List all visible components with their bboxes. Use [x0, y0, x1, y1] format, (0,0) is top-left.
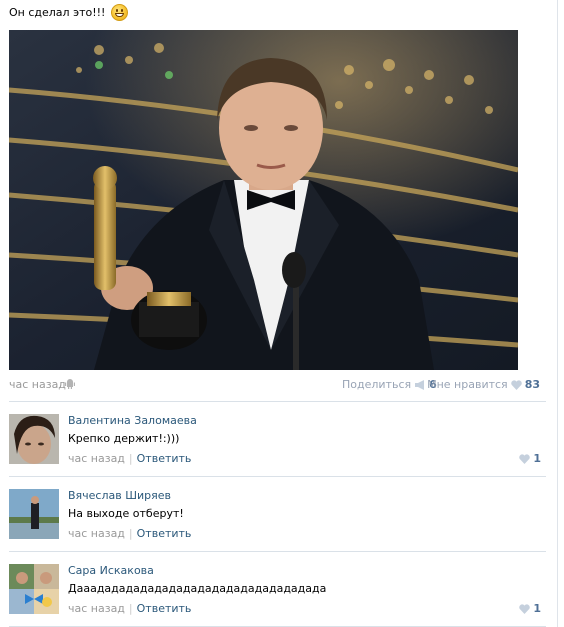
avatar[interactable]	[9, 489, 59, 539]
comment-time[interactable]: час назад	[68, 527, 125, 540]
share-button[interactable]: Поделиться 6	[342, 378, 437, 391]
separator	[9, 476, 546, 477]
comment-text: Крепко держит!:)))	[68, 432, 180, 445]
separator	[9, 401, 546, 402]
post-text-label: Он сделал это!!!	[9, 5, 106, 19]
comment-item: Сара Искакова Дааададададададададададада…	[9, 564, 546, 624]
avatar-image	[9, 564, 59, 614]
comment-time[interactable]: час назад	[68, 602, 125, 615]
reply-link[interactable]: Ответить	[137, 527, 192, 540]
reply-link[interactable]: Ответить	[137, 452, 192, 465]
meta-divider: |	[128, 452, 133, 465]
like-count: 83	[524, 378, 540, 391]
share-label: Поделиться	[342, 378, 412, 391]
comment-meta: час назад | Ответить	[68, 602, 191, 615]
post-meta: час назад Поделиться 6 Мне нравится 83	[9, 377, 540, 393]
comment-like-count: 1	[533, 452, 541, 465]
comment-author[interactable]: Сара Искакова	[68, 564, 154, 577]
post-photo[interactable]	[9, 30, 518, 370]
comment-item: Валентина Заломаева Крепко держит!:))) ч…	[9, 414, 546, 474]
post-time[interactable]: час назад	[9, 378, 66, 391]
meta-divider: |	[128, 602, 133, 615]
comment-text: На выходе отберут!	[68, 507, 184, 520]
avatar[interactable]	[9, 414, 59, 464]
like-label: Мне нравится	[427, 378, 508, 391]
meta-divider: |	[128, 527, 133, 540]
reply-link[interactable]: Ответить	[137, 602, 192, 615]
comment-like-count: 1	[533, 602, 541, 615]
heart-icon	[510, 379, 522, 390]
comment-meta: час назад | Ответить	[68, 452, 191, 465]
comment-author[interactable]: Вячеслав Ширяев	[68, 489, 171, 502]
comment-like-button[interactable]: 1	[519, 452, 541, 465]
android-icon	[65, 379, 75, 389]
avatar[interactable]	[9, 564, 59, 614]
comment-item: Вячеслав Ширяев На выходе отберут! час н…	[9, 489, 546, 549]
comment-meta: час назад | Ответить	[68, 527, 191, 540]
comment-like-button[interactable]: 1	[519, 602, 541, 615]
heart-icon	[519, 453, 531, 464]
avatar-image	[9, 489, 59, 539]
comment-author[interactable]: Валентина Заломаева	[68, 414, 197, 427]
photo-illustration	[9, 30, 518, 370]
megaphone-icon	[415, 379, 425, 390]
post-text: Он сделал это!!!	[9, 4, 129, 21]
page-right-border	[557, 0, 558, 627]
smile-icon	[111, 4, 129, 21]
comment-time[interactable]: час назад	[68, 452, 125, 465]
separator	[9, 551, 546, 552]
avatar-image	[9, 414, 59, 464]
like-button[interactable]: Мне нравится 83	[427, 378, 540, 391]
comment-text: Дааадададададададададададададададада	[68, 582, 327, 595]
heart-icon	[519, 603, 531, 614]
